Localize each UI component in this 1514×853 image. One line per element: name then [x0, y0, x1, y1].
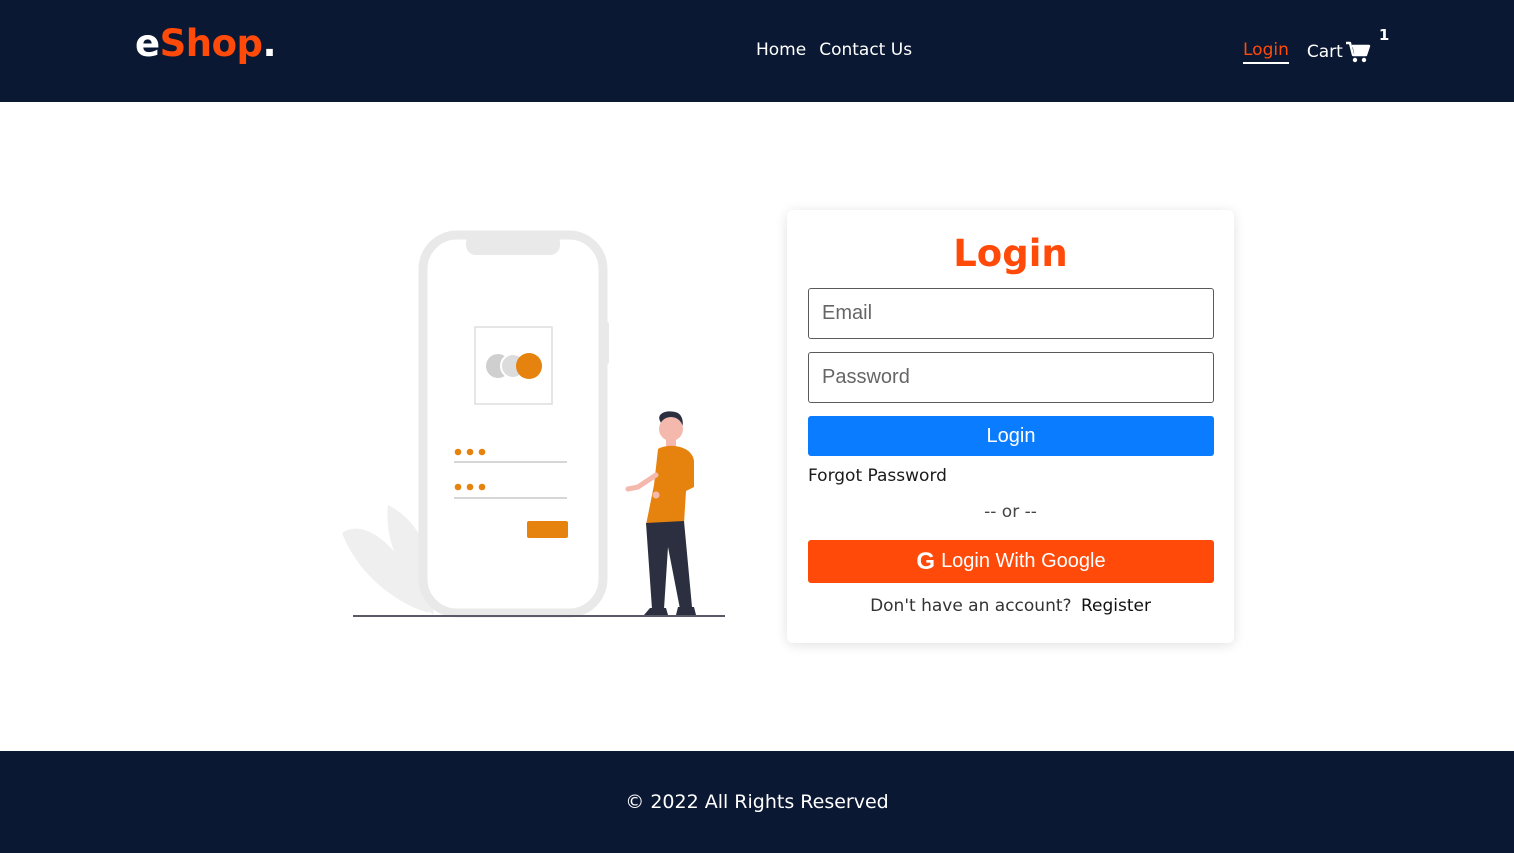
site-footer: © 2022 All Rights Reserved	[0, 751, 1514, 853]
nav-contact-link[interactable]: Contact Us	[819, 40, 912, 60]
logo-accent: Shop	[159, 22, 263, 65]
cart-count-badge: 1	[1378, 26, 1390, 44]
google-login-button[interactable]: G Login With Google	[808, 540, 1214, 583]
register-question: Don't have an account?	[870, 596, 1072, 616]
google-icon: G	[916, 547, 936, 575]
login-button[interactable]: Login	[808, 416, 1214, 456]
copyright-text: © 2022 All Rights Reserved	[625, 791, 889, 813]
cart-label: Cart	[1306, 42, 1343, 62]
login-illustration	[338, 225, 730, 625]
user-nav: Login Cart 1	[1243, 26, 1389, 64]
register-link[interactable]: Register	[1081, 596, 1151, 616]
cart-icon	[1345, 41, 1371, 63]
email-field[interactable]	[808, 288, 1214, 339]
logo-dot: .	[262, 22, 277, 65]
logo[interactable]: eShop.	[135, 22, 277, 65]
illustration-svg	[342, 230, 725, 618]
logo-main: e	[135, 22, 160, 65]
nav-login-link[interactable]: Login	[1243, 40, 1289, 64]
register-row: Don't have an account? Register	[787, 596, 1234, 616]
login-card: Login Login Forgot Password -- or -- G L…	[787, 210, 1234, 643]
cart-link[interactable]: Cart 1	[1306, 26, 1389, 64]
google-login-label: Login With Google	[941, 550, 1106, 572]
login-title: Login	[953, 232, 1068, 275]
password-field[interactable]	[808, 352, 1214, 403]
nav-home-link[interactable]: Home	[756, 40, 806, 60]
site-header: eShop. Home Contact Us Login Cart 1	[0, 0, 1514, 102]
or-separator: -- or --	[984, 502, 1037, 522]
main-nav: Home Contact Us	[756, 40, 912, 60]
forgot-password-link[interactable]: Forgot Password	[808, 466, 947, 486]
